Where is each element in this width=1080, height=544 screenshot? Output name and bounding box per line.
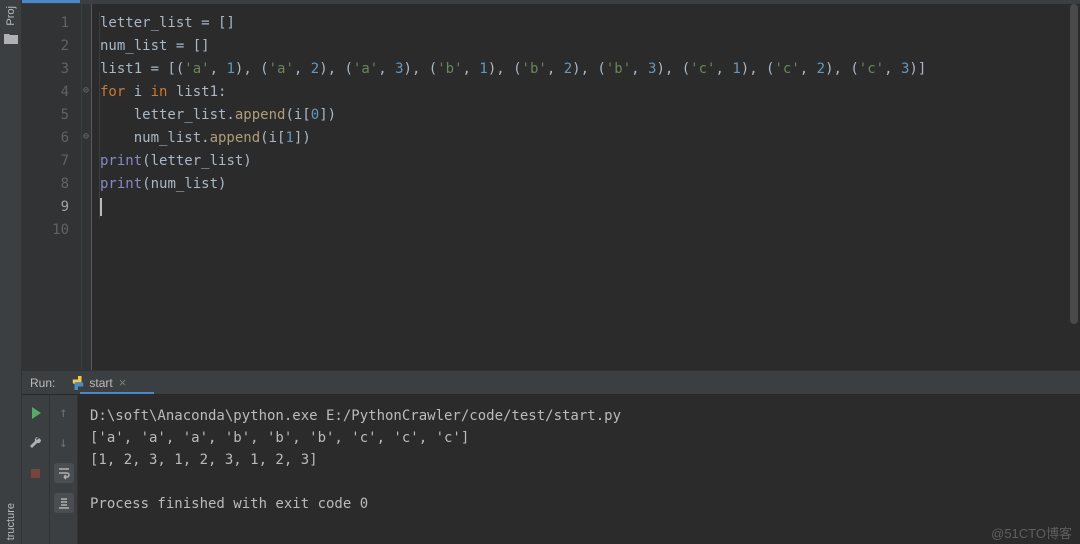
run-toolbar-left (22, 395, 50, 544)
arrow-down-icon[interactable]: ↓ (54, 433, 74, 453)
structure-tool-label[interactable]: tructure (5, 503, 17, 540)
fold-marker-icon[interactable]: ⊖ (83, 131, 89, 142)
editor-scrollbar[interactable] (1068, 4, 1080, 370)
code-line[interactable]: print(letter_list) (100, 150, 1080, 173)
line-number[interactable]: 2 (22, 35, 69, 58)
tool-window-strip[interactable]: Proj tructure (0, 0, 22, 544)
line-number[interactable]: 9 (22, 196, 69, 219)
line-number-gutter[interactable]: 12345678910 (22, 4, 82, 370)
main-area: 12345678910 ⊖⊖ letter_list = []num_list … (22, 0, 1080, 544)
run-tab-name[interactable]: start (89, 376, 112, 390)
run-header: Run: start × (22, 371, 1080, 395)
code-content[interactable]: letter_list = []num_list = []list1 = [('… (92, 4, 1080, 370)
wrench-icon[interactable] (26, 433, 46, 453)
code-line[interactable] (100, 219, 1080, 242)
text-cursor (100, 198, 102, 216)
console-line: ['a', 'a', 'a', 'b', 'b', 'b', 'c', 'c',… (90, 427, 1080, 449)
fold-column[interactable]: ⊖⊖ (82, 4, 92, 370)
console-line: [1, 2, 3, 1, 2, 3, 1, 2, 3] (90, 449, 1080, 471)
fold-marker-icon[interactable]: ⊖ (83, 85, 89, 96)
line-number[interactable]: 6 (22, 127, 69, 150)
code-line[interactable]: num_list.append(i[1]) (100, 127, 1080, 150)
line-number[interactable]: 8 (22, 173, 69, 196)
line-number[interactable]: 5 (22, 104, 69, 127)
console-output[interactable]: D:\soft\Anaconda\python.exe E:/PythonCra… (78, 395, 1080, 544)
active-tab-underline (22, 0, 80, 3)
stop-icon[interactable] (26, 463, 46, 483)
code-line[interactable]: letter_list = [] (100, 12, 1080, 35)
console-line: Process finished with exit code 0 (90, 493, 1080, 515)
run-panel-label: Run: (30, 376, 55, 390)
folder-icon (4, 32, 18, 43)
run-tab-underline (80, 392, 154, 394)
line-number[interactable]: 10 (22, 219, 69, 242)
code-editor[interactable]: 12345678910 ⊖⊖ letter_list = []num_list … (22, 4, 1080, 370)
code-line[interactable]: num_list = [] (100, 35, 1080, 58)
line-number[interactable]: 1 (22, 12, 69, 35)
play-icon[interactable] (26, 403, 46, 423)
code-line[interactable]: for i in list1: (100, 81, 1080, 104)
arrow-up-icon[interactable]: ↑ (54, 403, 74, 423)
watermark: @51CTO博客 (991, 523, 1072, 542)
run-body: ↑ ↓ D:\soft\Anaconda\python.exe E:/Pytho… (22, 395, 1080, 544)
code-line[interactable] (100, 196, 1080, 219)
code-line[interactable]: letter_list.append(i[0]) (100, 104, 1080, 127)
line-number[interactable]: 3 (22, 58, 69, 81)
indent-guide (99, 12, 100, 219)
console-line (90, 471, 1080, 493)
close-tab-icon[interactable]: × (119, 375, 127, 390)
scrollbar-thumb[interactable] (1070, 4, 1078, 324)
code-line[interactable]: list1 = [('a', 1), ('a', 2), ('a', 3), (… (100, 58, 1080, 81)
soft-wrap-icon[interactable] (54, 463, 74, 483)
code-line[interactable]: print(num_list) (100, 173, 1080, 196)
line-number[interactable]: 4 (22, 81, 69, 104)
python-icon (71, 376, 85, 390)
scroll-to-end-icon[interactable] (54, 493, 74, 513)
line-number[interactable]: 7 (22, 150, 69, 173)
project-tool-label[interactable]: Proj (5, 6, 17, 26)
run-tool-window: Run: start × ↑ ↓ D:\soft\Anaconda (22, 370, 1080, 544)
console-line: D:\soft\Anaconda\python.exe E:/PythonCra… (90, 405, 1080, 427)
run-toolbar-secondary: ↑ ↓ (50, 395, 78, 544)
